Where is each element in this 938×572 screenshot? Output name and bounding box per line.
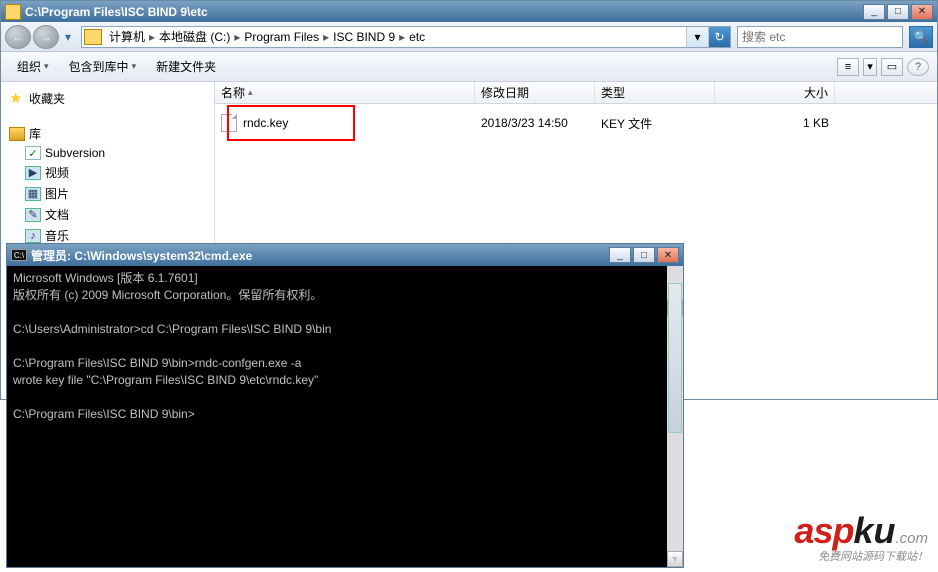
new-folder-button[interactable]: 新建文件夹	[148, 55, 224, 78]
video-icon: ▶	[25, 166, 41, 180]
bc-seg-etc[interactable]: etc	[406, 27, 428, 47]
file-type: KEY 文件	[595, 112, 715, 135]
col-name[interactable]: 名称▴	[215, 82, 475, 103]
preview-pane-button[interactable]: ▭	[881, 58, 903, 76]
cmd-body[interactable]: Microsoft Windows [版本 6.1.7601] 版权所有 (c)…	[7, 266, 683, 567]
bc-seg-computer[interactable]: 计算机	[106, 27, 148, 47]
bc-seg-isc[interactable]: ISC BIND 9	[330, 27, 398, 47]
col-type[interactable]: 类型	[595, 82, 715, 103]
col-date[interactable]: 修改日期	[475, 82, 595, 103]
close-button[interactable]: ✕	[911, 4, 933, 20]
nav-forward-button[interactable]: →	[33, 25, 59, 49]
col-size[interactable]: 大小	[715, 82, 835, 103]
sidebar-item-video[interactable]: ▶视频	[21, 162, 210, 183]
column-headers: 名称▴ 修改日期 类型 大小	[215, 82, 937, 104]
cmd-minimize-button[interactable]: _	[609, 247, 631, 263]
file-row[interactable]: rndc.key 2018/3/23 14:50 KEY 文件 1 KB	[215, 106, 937, 140]
nav-bar: ← → ▾ 计算机▸ 本地磁盘 (C:)▸ Program Files▸ ISC…	[1, 22, 937, 52]
search-input[interactable]	[742, 30, 902, 44]
cmd-content: Microsoft Windows [版本 6.1.7601] 版权所有 (c)…	[13, 271, 331, 421]
cmd-maximize-button[interactable]: □	[633, 247, 655, 263]
cmd-icon: C:\	[11, 249, 27, 261]
refresh-button[interactable]: ↻	[708, 27, 730, 47]
file-name: rndc.key	[243, 116, 288, 130]
scroll-thumb[interactable]	[668, 283, 682, 433]
explorer-title: C:\Program Files\ISC BIND 9\etc	[25, 5, 863, 19]
help-button[interactable]: ?	[907, 58, 929, 76]
search-box[interactable]	[737, 26, 903, 48]
minimize-button[interactable]: _	[863, 4, 885, 20]
view-mode-button[interactable]: ≡	[837, 58, 859, 76]
sidebar-library[interactable]: 库	[5, 123, 210, 144]
organize-button[interactable]: 组织▾	[9, 55, 57, 78]
folder-icon	[84, 29, 102, 45]
file-date: 2018/3/23 14:50	[475, 113, 595, 133]
star-icon	[9, 91, 25, 107]
file-icon	[221, 114, 237, 132]
cmd-scrollbar[interactable]: ▲ ▼	[667, 266, 683, 567]
sidebar-item-subversion[interactable]: ✓Subversion	[21, 144, 210, 162]
bc-seg-drive[interactable]: 本地磁盘 (C:)	[156, 27, 233, 47]
scroll-down-button[interactable]: ▼	[667, 551, 683, 567]
maximize-button[interactable]: □	[887, 4, 909, 20]
sidebar-favorites[interactable]: 收藏夹	[5, 88, 210, 109]
document-icon: ✎	[25, 208, 41, 222]
picture-icon: ▦	[25, 187, 41, 201]
folder-icon	[5, 4, 21, 20]
file-size: 1 KB	[715, 113, 835, 133]
view-mode-dd[interactable]: ▾	[863, 58, 877, 76]
cmd-titlebar[interactable]: C:\ 管理员: C:\Windows\system32\cmd.exe _ □…	[7, 244, 683, 266]
sidebar-item-pictures[interactable]: ▦图片	[21, 183, 210, 204]
sidebar-item-documents[interactable]: ✎文档	[21, 204, 210, 225]
cmd-close-button[interactable]: ✕	[657, 247, 679, 263]
nav-back-button[interactable]: ←	[5, 25, 31, 49]
subversion-icon: ✓	[25, 146, 41, 160]
cmd-window: C:\ 管理员: C:\Windows\system32\cmd.exe _ □…	[6, 243, 684, 568]
toolbar: 组织▾ 包含到库中▾ 新建文件夹 ≡ ▾ ▭ ?	[1, 52, 937, 82]
breadcrumb[interactable]: 计算机▸ 本地磁盘 (C:)▸ Program Files▸ ISC BIND …	[81, 26, 731, 48]
nav-history-dd[interactable]: ▾	[61, 25, 75, 49]
cmd-title: 管理员: C:\Windows\system32\cmd.exe	[31, 247, 609, 264]
watermark: aspku.com 免费网站源码下载站！	[794, 510, 928, 564]
search-button[interactable]: 🔍	[909, 26, 933, 48]
library-icon	[9, 127, 25, 141]
include-library-button[interactable]: 包含到库中▾	[61, 55, 145, 78]
breadcrumb-dd-button[interactable]: ▾	[686, 27, 708, 47]
explorer-titlebar[interactable]: C:\Program Files\ISC BIND 9\etc _ □ ✕	[1, 1, 937, 22]
bc-seg-pf[interactable]: Program Files	[241, 27, 322, 47]
music-icon: ♪	[25, 229, 41, 243]
